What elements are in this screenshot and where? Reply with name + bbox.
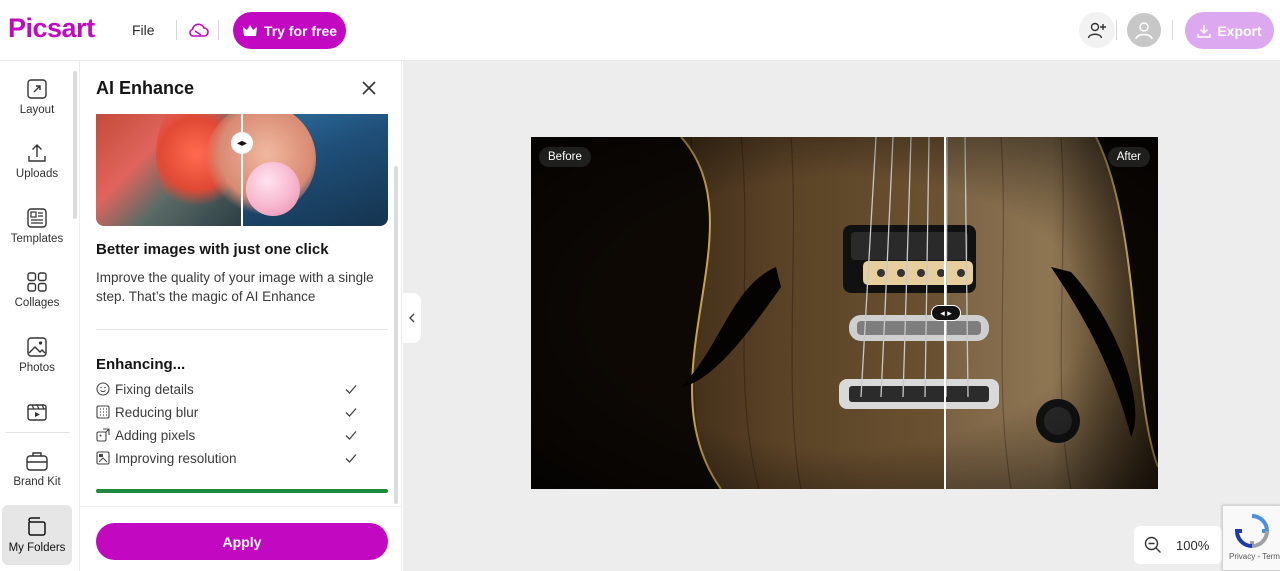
try-for-free-label: Try for free	[263, 22, 338, 39]
rail-item-label: Templates	[10, 232, 64, 245]
blur-icon	[96, 405, 110, 419]
step-label: Adding pixels	[115, 427, 196, 443]
apply-button[interactable]: Apply	[96, 523, 388, 560]
rail-item-uploads[interactable]: Uploads	[2, 131, 72, 191]
divider	[96, 329, 388, 330]
pixels-icon	[96, 428, 110, 442]
guitar-photo	[531, 137, 1158, 489]
recaptcha-badge[interactable]: Privacy - Terms	[1222, 505, 1280, 571]
rail-item-my-folders[interactable]: My Folders	[2, 505, 72, 565]
rail-item-label: Photos	[19, 361, 55, 374]
zoom-value[interactable]: 100%	[1176, 538, 1209, 553]
enhance-preview-image: ◂▸	[96, 114, 388, 226]
brand-kit-icon	[26, 451, 48, 471]
picsart-logo[interactable]: Picsart	[8, 13, 95, 44]
divider	[81, 506, 402, 507]
chevron-left-icon	[409, 313, 415, 323]
recaptcha-terms[interactable]: Privacy - Terms	[1229, 552, 1280, 561]
check-icon	[345, 431, 357, 440]
preview-compare-knob: ◂▸	[231, 132, 253, 154]
step-reducing-blur: Reducing blur	[96, 402, 358, 422]
rail-item-label: Layout	[19, 103, 55, 116]
left-tool-rail: Layout Uploads Templates Collages Photos	[0, 61, 80, 571]
try-for-free-button[interactable]: Try for free	[233, 12, 346, 49]
enhance-progress-bar	[96, 489, 388, 493]
after-label: After	[1107, 147, 1150, 167]
panel-scrollbar[interactable]	[394, 166, 398, 504]
export-button[interactable]: Export	[1185, 12, 1274, 49]
folder-icon	[28, 516, 46, 536]
rail-item-label: Uploads	[15, 167, 59, 180]
cloud-icon[interactable]	[187, 20, 209, 40]
step-label: Improving resolution	[115, 450, 237, 466]
invite-user-button[interactable]	[1079, 12, 1115, 48]
step-improving-resolution: Improving resolution	[96, 448, 358, 468]
avatar-icon	[1135, 22, 1153, 40]
rail-item-photos[interactable]: Photos	[2, 325, 72, 385]
zoom-out-icon[interactable]	[1144, 536, 1162, 554]
check-icon	[345, 454, 357, 463]
video-icon	[27, 404, 47, 421]
rail-item-label: Brand Kit	[13, 475, 61, 488]
step-fixing-details: Fixing details	[96, 379, 358, 399]
check-icon	[345, 385, 357, 394]
step-label: Reducing blur	[115, 404, 199, 420]
ai-enhance-panel: AI Enhance ◂▸ Better images with just on…	[81, 61, 402, 571]
preview-split-line	[241, 114, 243, 226]
rail-item-label: My Folders	[8, 541, 66, 554]
add-user-icon	[1087, 22, 1106, 39]
check-icon	[345, 408, 357, 417]
panel-title: AI Enhance	[96, 78, 195, 98]
rail-item-collages[interactable]: Collages	[2, 260, 72, 320]
resolution-icon	[96, 451, 110, 465]
upload-icon	[28, 143, 46, 162]
rail-item-layout[interactable]: Layout	[2, 67, 72, 127]
top-bar: Picsart File Try for free Export	[0, 0, 1280, 61]
rail-item-brand-kit[interactable]: Brand Kit	[2, 439, 72, 499]
export-label: Export	[1217, 22, 1262, 39]
layout-icon	[27, 78, 47, 99]
rail-divider	[6, 432, 70, 433]
close-icon[interactable]	[359, 78, 379, 98]
file-menu[interactable]: File	[132, 22, 155, 38]
compare-slider-handle[interactable]: ◂ ▸	[931, 305, 961, 321]
divider	[1172, 20, 1173, 40]
smile-icon	[96, 382, 110, 396]
divider	[218, 20, 219, 40]
zoom-control: 100%	[1134, 526, 1222, 564]
rail-item-label: Collages	[14, 296, 60, 309]
divider	[176, 20, 177, 40]
before-after-photo[interactable]: Before After ◂ ▸	[531, 137, 1158, 489]
rail-scrollbar[interactable]	[73, 71, 77, 219]
step-label: Fixing details	[115, 381, 194, 397]
photos-icon	[27, 336, 47, 357]
collapse-panel-button[interactable]	[403, 293, 421, 343]
recaptcha-icon	[1234, 514, 1270, 549]
user-avatar[interactable]	[1127, 13, 1161, 47]
step-adding-pixels: Adding pixels	[96, 425, 358, 445]
templates-icon	[27, 207, 47, 228]
enhance-progress-fill	[96, 489, 388, 493]
panel-subtitle: Better images with just one click	[96, 241, 329, 258]
enhancing-title: Enhancing...	[96, 356, 186, 373]
collages-icon	[27, 271, 47, 292]
before-label: Before	[539, 147, 591, 167]
divider	[1116, 20, 1117, 40]
rail-item-templates[interactable]: Templates	[2, 196, 72, 256]
download-icon	[1197, 24, 1212, 38]
panel-description: Improve the quality of your image with a…	[96, 270, 374, 304]
crown-icon	[242, 25, 257, 36]
